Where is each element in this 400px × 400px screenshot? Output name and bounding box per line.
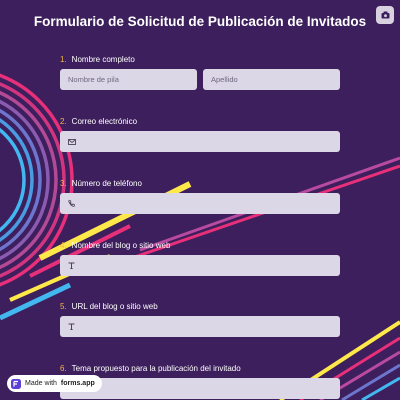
question-full-name: 1. Nombre completo Nombre de pila Apelli… [60, 53, 340, 90]
text-icon [68, 323, 75, 330]
camera-button[interactable] [376, 6, 394, 24]
question-label: Nombre del blog o sitio web [71, 240, 171, 250]
badge-prefix: Made with [25, 380, 57, 387]
question-label: URL del blog o sitio web [71, 301, 158, 311]
page-title: Formulario de Solicitud de Publicación d… [33, 14, 367, 29]
question-number: 5. [60, 301, 67, 311]
badge-brand: forms.app [60, 380, 95, 387]
question-label: Tema propuesto para la publicación del i… [71, 363, 241, 373]
question-number: 2. [60, 116, 67, 126]
forms-app-logo-icon [11, 378, 21, 389]
phone-icon [68, 200, 75, 207]
first-name-input[interactable]: Nombre de pila [60, 69, 197, 90]
question-email: 2. Correo electrónico [60, 115, 340, 152]
question-blog-url: 5. URL del blog o sitio web [60, 300, 340, 337]
text-icon [68, 262, 75, 269]
blog-name-input[interactable] [60, 255, 340, 276]
question-label: Correo electrónico [71, 116, 138, 126]
envelope-icon [68, 138, 76, 145]
question-number: 3. [60, 178, 67, 188]
phone-field[interactable] [60, 193, 340, 214]
question-blog-name: 4. Nombre del blog o sitio web [60, 239, 340, 276]
question-number: 1. [60, 54, 67, 64]
question-label: Número de teléfono [71, 178, 142, 188]
last-name-input[interactable]: Apellido [203, 69, 340, 90]
proposed-topic-input[interactable] [60, 378, 340, 399]
question-proposed-topic: 6. Tema propuesto para la publicación de… [60, 362, 340, 399]
last-name-placeholder: Apellido [211, 75, 238, 84]
question-number: 6. [60, 363, 67, 373]
blog-url-input[interactable] [60, 316, 340, 337]
made-with-badge[interactable]: Made with forms.app [7, 375, 102, 392]
first-name-placeholder: Nombre de pila [68, 75, 119, 84]
question-phone: 3. Número de teléfono [60, 177, 340, 214]
email-field[interactable] [60, 131, 340, 152]
camera-icon [381, 11, 389, 19]
question-label: Nombre completo [71, 54, 135, 64]
question-number: 4. [60, 240, 67, 250]
